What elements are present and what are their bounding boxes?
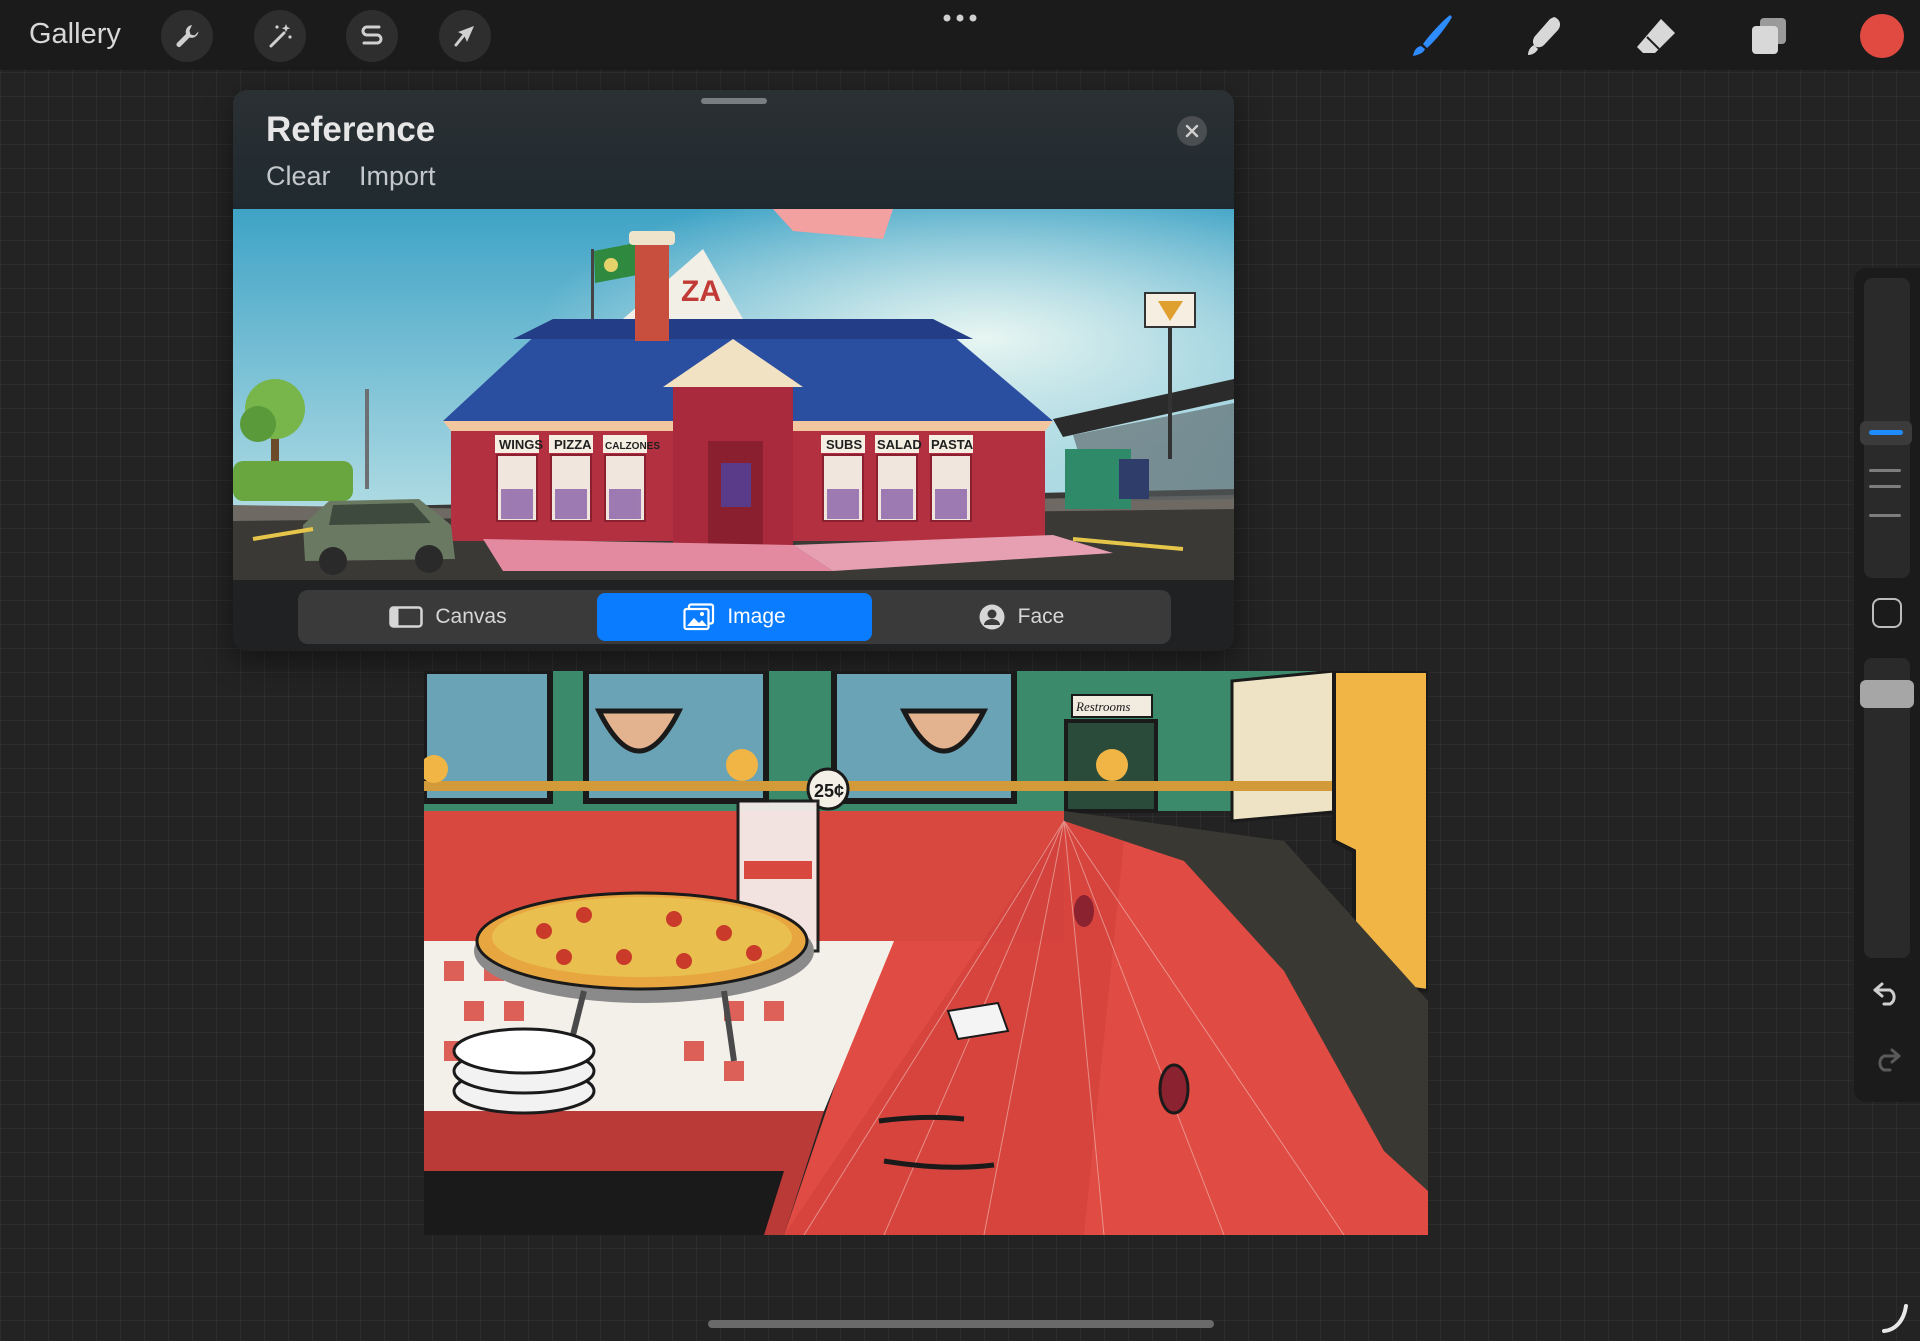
selection-s-icon (361, 25, 383, 45)
eraser-icon (1637, 19, 1675, 53)
magic-wand-icon (269, 24, 292, 48)
wrench-icon (176, 25, 199, 47)
window-sign-salad: SALAD (877, 437, 922, 452)
brush-size-handle[interactable] (1860, 421, 1912, 445)
undo-button[interactable] (1870, 976, 1904, 1010)
tab-canvas-label: Canvas (435, 605, 507, 628)
reference-panel: Reference Clear Import ZA WINGS PIZZA CA… (233, 90, 1234, 651)
adjustments-button[interactable] (254, 10, 306, 62)
tab-face[interactable]: Face (874, 593, 1168, 641)
right-sidebar (1854, 268, 1920, 1102)
reference-header: Reference Clear Import (233, 90, 1234, 209)
size-tick (1869, 469, 1901, 472)
face-icon (979, 604, 1005, 630)
window-sign-subs: SUBS (826, 437, 862, 452)
pizza-restaurant-illustration: ZA WINGS PIZZA CALZONES SUBS SALAD PASTA (233, 209, 1234, 580)
brush-icon (1413, 15, 1452, 56)
clear-button[interactable]: Clear (266, 161, 331, 192)
window-sign-calzones: CALZONES (605, 441, 660, 452)
redo-button[interactable] (1870, 1042, 1904, 1076)
reference-title: Reference (266, 110, 436, 149)
import-button[interactable]: Import (359, 161, 436, 192)
roof-sign-text: ZA (681, 275, 721, 308)
reference-image: ZA WINGS PIZZA CALZONES SUBS SALAD PASTA (233, 209, 1234, 580)
arrow-transform-icon (454, 26, 474, 47)
smudge-icon (1528, 17, 1561, 55)
panel-grabber[interactable] (701, 98, 767, 104)
actions-button[interactable] (161, 10, 213, 62)
size-tick (1869, 514, 1901, 517)
home-indicator[interactable] (708, 1320, 1214, 1328)
more-dots-icon (943, 14, 977, 22)
color-picker-button[interactable] (1860, 14, 1904, 58)
window-sign-pasta: PASTA (931, 437, 974, 452)
selection-button[interactable] (346, 10, 398, 62)
close-button[interactable] (1177, 116, 1207, 146)
layers-icon (1752, 18, 1786, 54)
redo-icon (1878, 1048, 1901, 1072)
quick-menu-icon[interactable] (1882, 1304, 1910, 1334)
modify-button[interactable] (1872, 598, 1902, 628)
smudge-tool-button[interactable] (1517, 10, 1569, 62)
layers-button[interactable] (1742, 10, 1794, 62)
opacity-handle[interactable] (1860, 680, 1914, 708)
tab-face-label: Face (1017, 605, 1065, 628)
restroom-sign-text: Restrooms (1075, 699, 1130, 714)
tab-image[interactable]: Image (597, 593, 872, 641)
close-icon (1185, 124, 1199, 138)
paint-tool-button[interactable] (1405, 10, 1457, 62)
image-icon (683, 603, 715, 631)
reference-mode-switch: Canvas Image Face (298, 590, 1171, 644)
top-toolbar: Gallery (0, 0, 1920, 70)
window-sign-pizza: PIZZA (554, 437, 592, 452)
canvas-icon (389, 606, 424, 628)
diner-interior-illustration: Restrooms 25¢ (424, 671, 1428, 1235)
size-tick (1869, 485, 1901, 488)
tab-image-label: Image (727, 605, 786, 628)
eraser-tool-button[interactable] (1630, 10, 1682, 62)
drawing-canvas[interactable]: Restrooms 25¢ (424, 671, 1428, 1235)
transform-button[interactable] (439, 10, 491, 62)
gallery-button[interactable]: Gallery (29, 18, 121, 51)
tab-canvas[interactable]: Canvas (301, 593, 595, 641)
more-options-button[interactable] (940, 6, 980, 30)
undo-icon (1873, 982, 1896, 1006)
window-sign-wings: WINGS (499, 437, 543, 452)
coin-label: 25¢ (814, 781, 844, 801)
